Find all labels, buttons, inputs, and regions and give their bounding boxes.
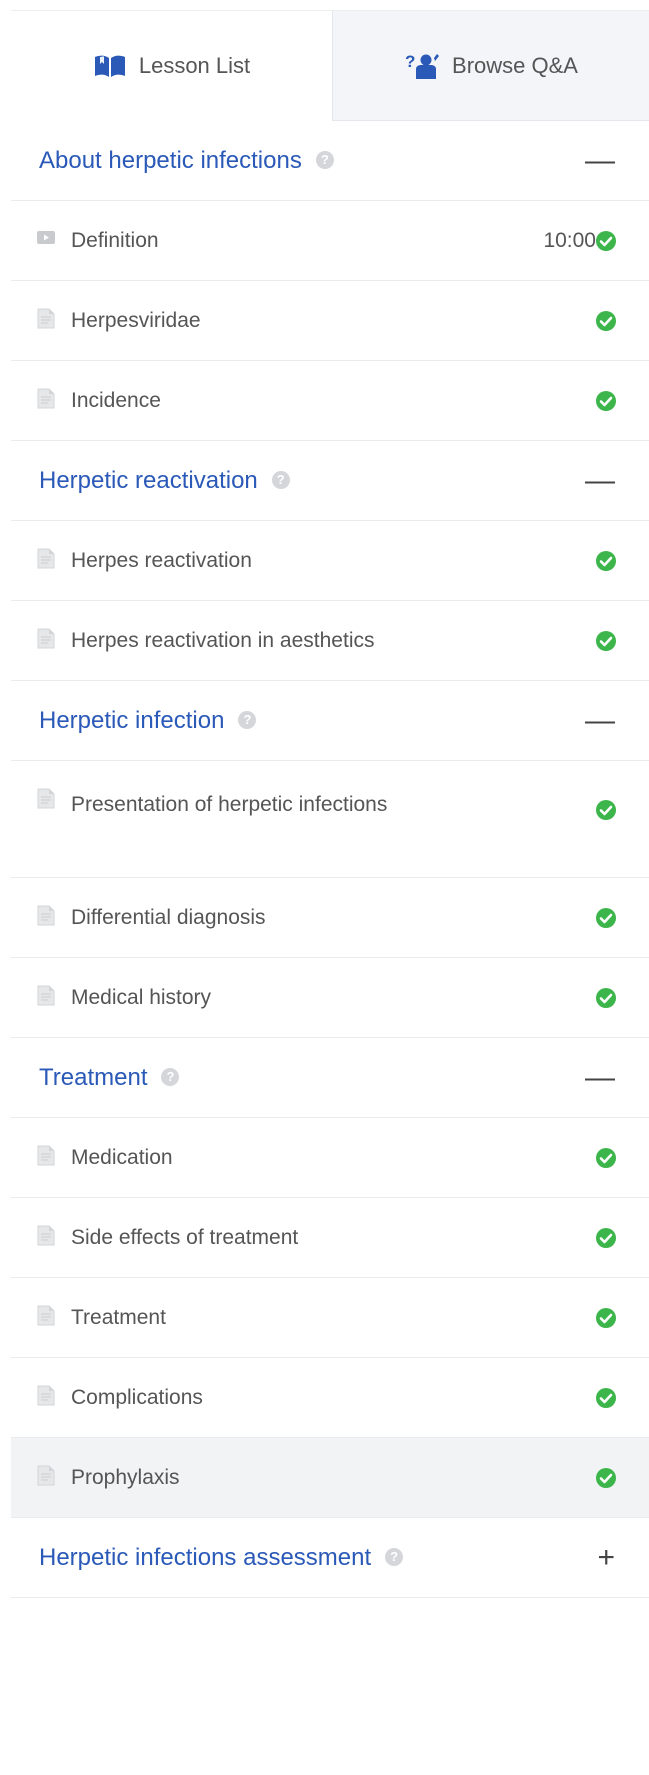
lesson-item[interactable]: Herpes reactivation (11, 521, 649, 601)
section-title-text: Herpetic infection (39, 707, 225, 734)
section-header[interactable]: Herpetic reactivation? — (11, 441, 649, 521)
document-icon (37, 1385, 55, 1406)
section-title-text: Herpetic reactivation (39, 467, 258, 494)
lesson-title: Treatment (71, 1306, 166, 1329)
completed-check-icon (596, 1468, 616, 1488)
question-person-icon: ? (405, 52, 440, 79)
completed-check-icon (596, 1228, 616, 1248)
help-icon[interactable]: ? (271, 470, 290, 489)
lesson-item[interactable]: Prophylaxis (11, 1438, 649, 1518)
section-title-text: Herpetic infections assessment (39, 1544, 372, 1571)
collapse-icon[interactable]: — (585, 681, 615, 761)
help-icon[interactable]: ? (315, 150, 334, 169)
lesson-item[interactable]: Treatment (11, 1278, 649, 1358)
document-icon (37, 1305, 55, 1326)
lesson-title: Presentation of herpetic infections (71, 793, 388, 816)
svg-text:?: ? (405, 52, 415, 71)
lesson-item[interactable]: Incidence (11, 361, 649, 441)
tab-lesson-list-label: Lesson List (138, 53, 251, 78)
lesson-item[interactable]: Herpesviridae (11, 281, 649, 361)
lesson-title: Herpesviridae (71, 309, 201, 332)
lesson-item[interactable]: Definition 10:00 (11, 201, 649, 281)
lesson-title: Medical history (71, 986, 212, 1009)
section-title: Herpetic infection? (39, 681, 257, 761)
tab-browse-qa[interactable]: ? Browse Q&A (332, 10, 649, 121)
section-header[interactable]: Treatment? — (11, 1038, 649, 1118)
lesson-title: Definition (71, 229, 159, 252)
document-icon (37, 308, 55, 329)
completed-check-icon (596, 1388, 616, 1408)
lesson-item[interactable]: Presentation of herpetic infections (11, 761, 649, 878)
lesson-item[interactable]: Differential diagnosis (11, 878, 649, 958)
lesson-title: Complications (71, 1386, 203, 1409)
collapse-icon[interactable]: — (585, 441, 615, 521)
help-icon[interactable]: ? (161, 1067, 180, 1086)
section-title: About herpetic infections? (39, 121, 334, 201)
lesson-item[interactable]: Medical history (11, 958, 649, 1038)
tab-browse-qa-label: Browse Q&A (452, 52, 578, 78)
document-icon (37, 388, 55, 409)
help-icon[interactable]: ? (238, 710, 257, 729)
document-icon (37, 1145, 55, 1166)
section-title-text: Treatment (39, 1064, 148, 1091)
completed-check-icon (596, 1308, 616, 1328)
document-icon (37, 1465, 55, 1486)
document-icon (37, 1225, 55, 1246)
help-icon[interactable]: ? (385, 1547, 404, 1566)
completed-check-icon (596, 988, 616, 1008)
lesson-list: About herpetic infections? — Definition 10:… (11, 121, 649, 1598)
completed-check-icon (596, 551, 616, 571)
lesson-title: Medication (71, 1146, 173, 1169)
lesson-item[interactable]: Herpes reactivation in aesthetics (11, 601, 649, 681)
completed-check-icon (596, 231, 616, 251)
lesson-title: Side effects of treatment (71, 1226, 299, 1249)
section-header[interactable]: Herpetic infection? — (11, 681, 649, 761)
book-icon (94, 55, 125, 77)
lesson-panel: Lesson List ? Browse Q&A About herpetic … (11, 0, 649, 1775)
completed-check-icon (596, 1148, 616, 1168)
completed-check-icon (596, 311, 616, 331)
section-title: Herpetic reactivation? (39, 441, 290, 521)
expand-icon[interactable]: + (597, 1518, 615, 1598)
completed-check-icon (596, 391, 616, 411)
section-title: Treatment? (39, 1038, 180, 1118)
lesson-title: Prophylaxis (71, 1466, 180, 1489)
lesson-duration: 10:00 (543, 229, 596, 252)
document-icon (37, 985, 55, 1006)
completed-check-icon (596, 800, 616, 820)
document-icon (37, 905, 55, 926)
lesson-title: Herpes reactivation in aesthetics (71, 629, 375, 652)
section-title-text: About herpetic infections (39, 147, 302, 174)
lesson-title: Incidence (71, 389, 161, 412)
section-header[interactable]: About herpetic infections? — (11, 121, 649, 201)
collapse-icon[interactable]: — (585, 1038, 615, 1118)
section-header[interactable]: Herpetic infections assessment? + (11, 1518, 649, 1598)
video-icon (37, 231, 55, 244)
collapse-icon[interactable]: — (585, 121, 615, 201)
document-icon (37, 548, 55, 569)
completed-check-icon (596, 908, 616, 928)
lesson-item[interactable]: Side effects of treatment (11, 1198, 649, 1278)
lesson-item[interactable]: Medication (11, 1118, 649, 1198)
completed-check-icon (596, 631, 616, 651)
lesson-item[interactable]: Complications (11, 1358, 649, 1438)
tab-lesson-list[interactable]: Lesson List (11, 10, 332, 121)
lesson-title: Differential diagnosis (71, 906, 266, 929)
document-icon (37, 628, 55, 649)
lesson-title: Herpes reactivation (71, 549, 252, 572)
section-title: Herpetic infections assessment? (39, 1518, 404, 1598)
document-icon (37, 788, 55, 809)
tab-bar: Lesson List ? Browse Q&A (11, 0, 649, 121)
